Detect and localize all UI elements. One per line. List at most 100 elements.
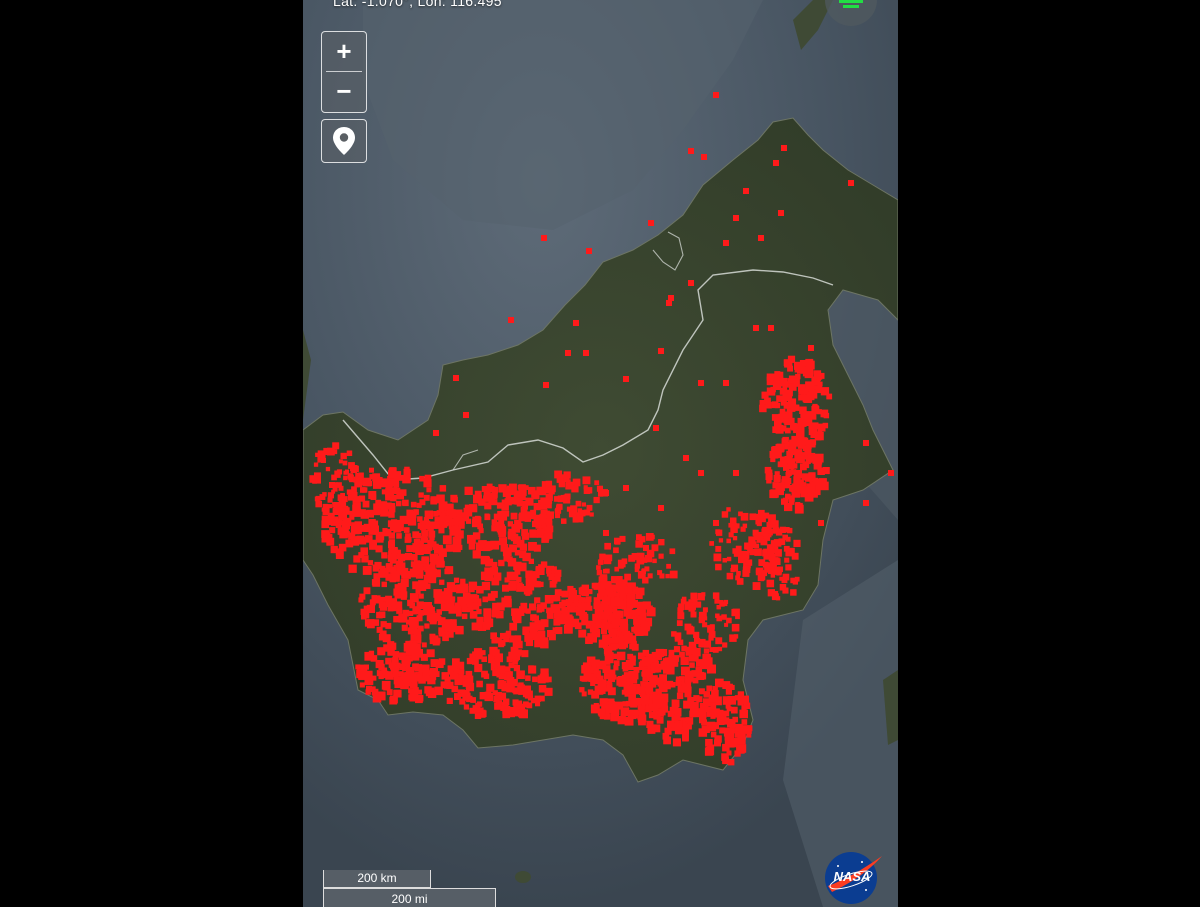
fire-hotspot bbox=[811, 422, 819, 430]
fire-hotspot bbox=[698, 728, 708, 737]
fire-hotspot bbox=[740, 512, 749, 521]
fire-hotspot bbox=[533, 503, 541, 511]
fire-hotspot bbox=[545, 480, 553, 488]
fire-hotspot bbox=[334, 472, 341, 478]
fire-hotspot bbox=[788, 547, 795, 555]
fire-hotspot bbox=[486, 494, 493, 501]
fire-hotspot bbox=[666, 563, 671, 569]
fire-hotspot bbox=[322, 492, 327, 497]
fire-hotspot bbox=[727, 683, 733, 690]
fire-hotspot bbox=[715, 613, 720, 618]
fire-hotspot bbox=[433, 569, 441, 578]
fire-hotspot bbox=[369, 467, 374, 473]
fire-hotspot bbox=[758, 509, 765, 517]
fire-hotspot bbox=[682, 736, 688, 742]
fire-hotspot bbox=[497, 680, 507, 690]
fire-hotspot bbox=[604, 659, 611, 665]
fire-hotspot bbox=[412, 543, 420, 551]
fire-hotspot bbox=[731, 623, 740, 632]
fire-hotspot bbox=[367, 560, 374, 566]
fire-hotspot bbox=[407, 627, 415, 635]
fire-hotspot bbox=[444, 681, 452, 689]
fire-hotspot bbox=[369, 539, 377, 546]
fire-hotspot bbox=[722, 642, 728, 648]
fire-hotspot bbox=[692, 677, 699, 684]
fire-hotspot bbox=[546, 511, 554, 519]
fire-hotspot bbox=[674, 632, 682, 639]
fire-hotspot bbox=[480, 555, 490, 565]
fire-hotspot bbox=[492, 649, 500, 657]
fire-hotspot bbox=[468, 543, 476, 550]
fire-hotspot bbox=[536, 604, 545, 612]
fire-hotspot bbox=[761, 528, 769, 536]
fire-hotspot bbox=[322, 503, 329, 510]
fire-hotspot bbox=[807, 493, 814, 500]
zoom-in-button[interactable]: + bbox=[322, 32, 366, 71]
fire-hotspot bbox=[606, 684, 613, 691]
fire-hotspot bbox=[711, 722, 719, 730]
fire-hotspot bbox=[638, 714, 647, 723]
scale-mi: 200 mi bbox=[323, 888, 496, 907]
fire-hotspot bbox=[784, 456, 793, 464]
fire-hotspot bbox=[366, 604, 375, 613]
fire-hotspot bbox=[375, 535, 384, 543]
fire-hotspot bbox=[362, 477, 372, 487]
fire-hotspot bbox=[423, 479, 432, 488]
fire-hotspot bbox=[799, 456, 805, 463]
fire-hotspot bbox=[723, 710, 730, 717]
fire-hotspot bbox=[727, 718, 736, 728]
zoom-out-button[interactable]: − bbox=[322, 72, 366, 111]
coordinate-readout: Lat: -1.070°, Lon: 116.495 bbox=[333, 0, 502, 9]
fire-hotspot bbox=[340, 452, 347, 460]
fire-hotspot bbox=[716, 605, 721, 610]
fire-hotspot bbox=[701, 154, 707, 160]
fire-hotspot bbox=[370, 521, 376, 527]
fire-hotspot bbox=[368, 491, 377, 499]
fire-hotspot bbox=[358, 552, 365, 558]
fire-hotspot bbox=[652, 724, 661, 733]
nasa-logo[interactable]: NASA bbox=[824, 850, 884, 906]
fire-hotspot bbox=[516, 670, 525, 679]
fire-hotspot bbox=[755, 518, 762, 525]
fire-hotspot bbox=[581, 512, 586, 517]
fire-hotspot bbox=[565, 599, 573, 606]
fire-hotspot bbox=[484, 691, 492, 699]
fire-hotspot bbox=[653, 714, 659, 720]
fire-hotspot bbox=[393, 471, 402, 479]
fire-hotspot bbox=[378, 663, 385, 670]
fire-hotspot bbox=[737, 727, 746, 737]
fire-hotspot bbox=[726, 538, 731, 544]
fire-hotspot bbox=[392, 671, 398, 677]
fire-hotspot bbox=[698, 688, 705, 695]
fire-hotspot bbox=[794, 365, 802, 373]
locate-button[interactable] bbox=[321, 119, 367, 163]
fire-hotspot bbox=[453, 517, 463, 526]
fire-hotspot bbox=[393, 588, 401, 596]
fire-hotspot bbox=[541, 235, 547, 241]
fire-hotspot bbox=[363, 664, 369, 670]
fire-hotspot bbox=[393, 616, 400, 623]
fire-hotspot bbox=[429, 534, 435, 541]
fire-hotspot bbox=[597, 685, 606, 694]
fire-hotspot bbox=[756, 537, 762, 542]
fire-hotspot bbox=[456, 584, 465, 594]
fire-hotspot bbox=[441, 672, 449, 680]
fire-hotspot bbox=[698, 709, 707, 718]
fire-hotspot bbox=[426, 649, 435, 658]
fire-hotspot bbox=[492, 668, 501, 677]
fire-hotspot bbox=[809, 385, 815, 391]
fire-hotspot bbox=[766, 373, 774, 381]
fire-hotspot bbox=[784, 557, 790, 563]
fire-hotspot bbox=[754, 543, 760, 548]
fire-hotspot bbox=[721, 614, 727, 620]
fire-hotspot bbox=[767, 589, 775, 597]
fire-hotspot bbox=[377, 647, 386, 656]
fire-hotspot bbox=[332, 449, 338, 455]
fire-hotspot bbox=[461, 613, 468, 620]
fire-hotspot bbox=[648, 703, 657, 712]
fire-hotspot bbox=[782, 436, 789, 444]
satellite-map[interactable]: Lat: -1.070°, Lon: 116.495 + − 200 km 20… bbox=[303, 0, 898, 907]
fire-hotspot bbox=[485, 541, 492, 548]
fire-hotspot bbox=[534, 597, 541, 604]
fire-hotspot bbox=[536, 486, 544, 495]
